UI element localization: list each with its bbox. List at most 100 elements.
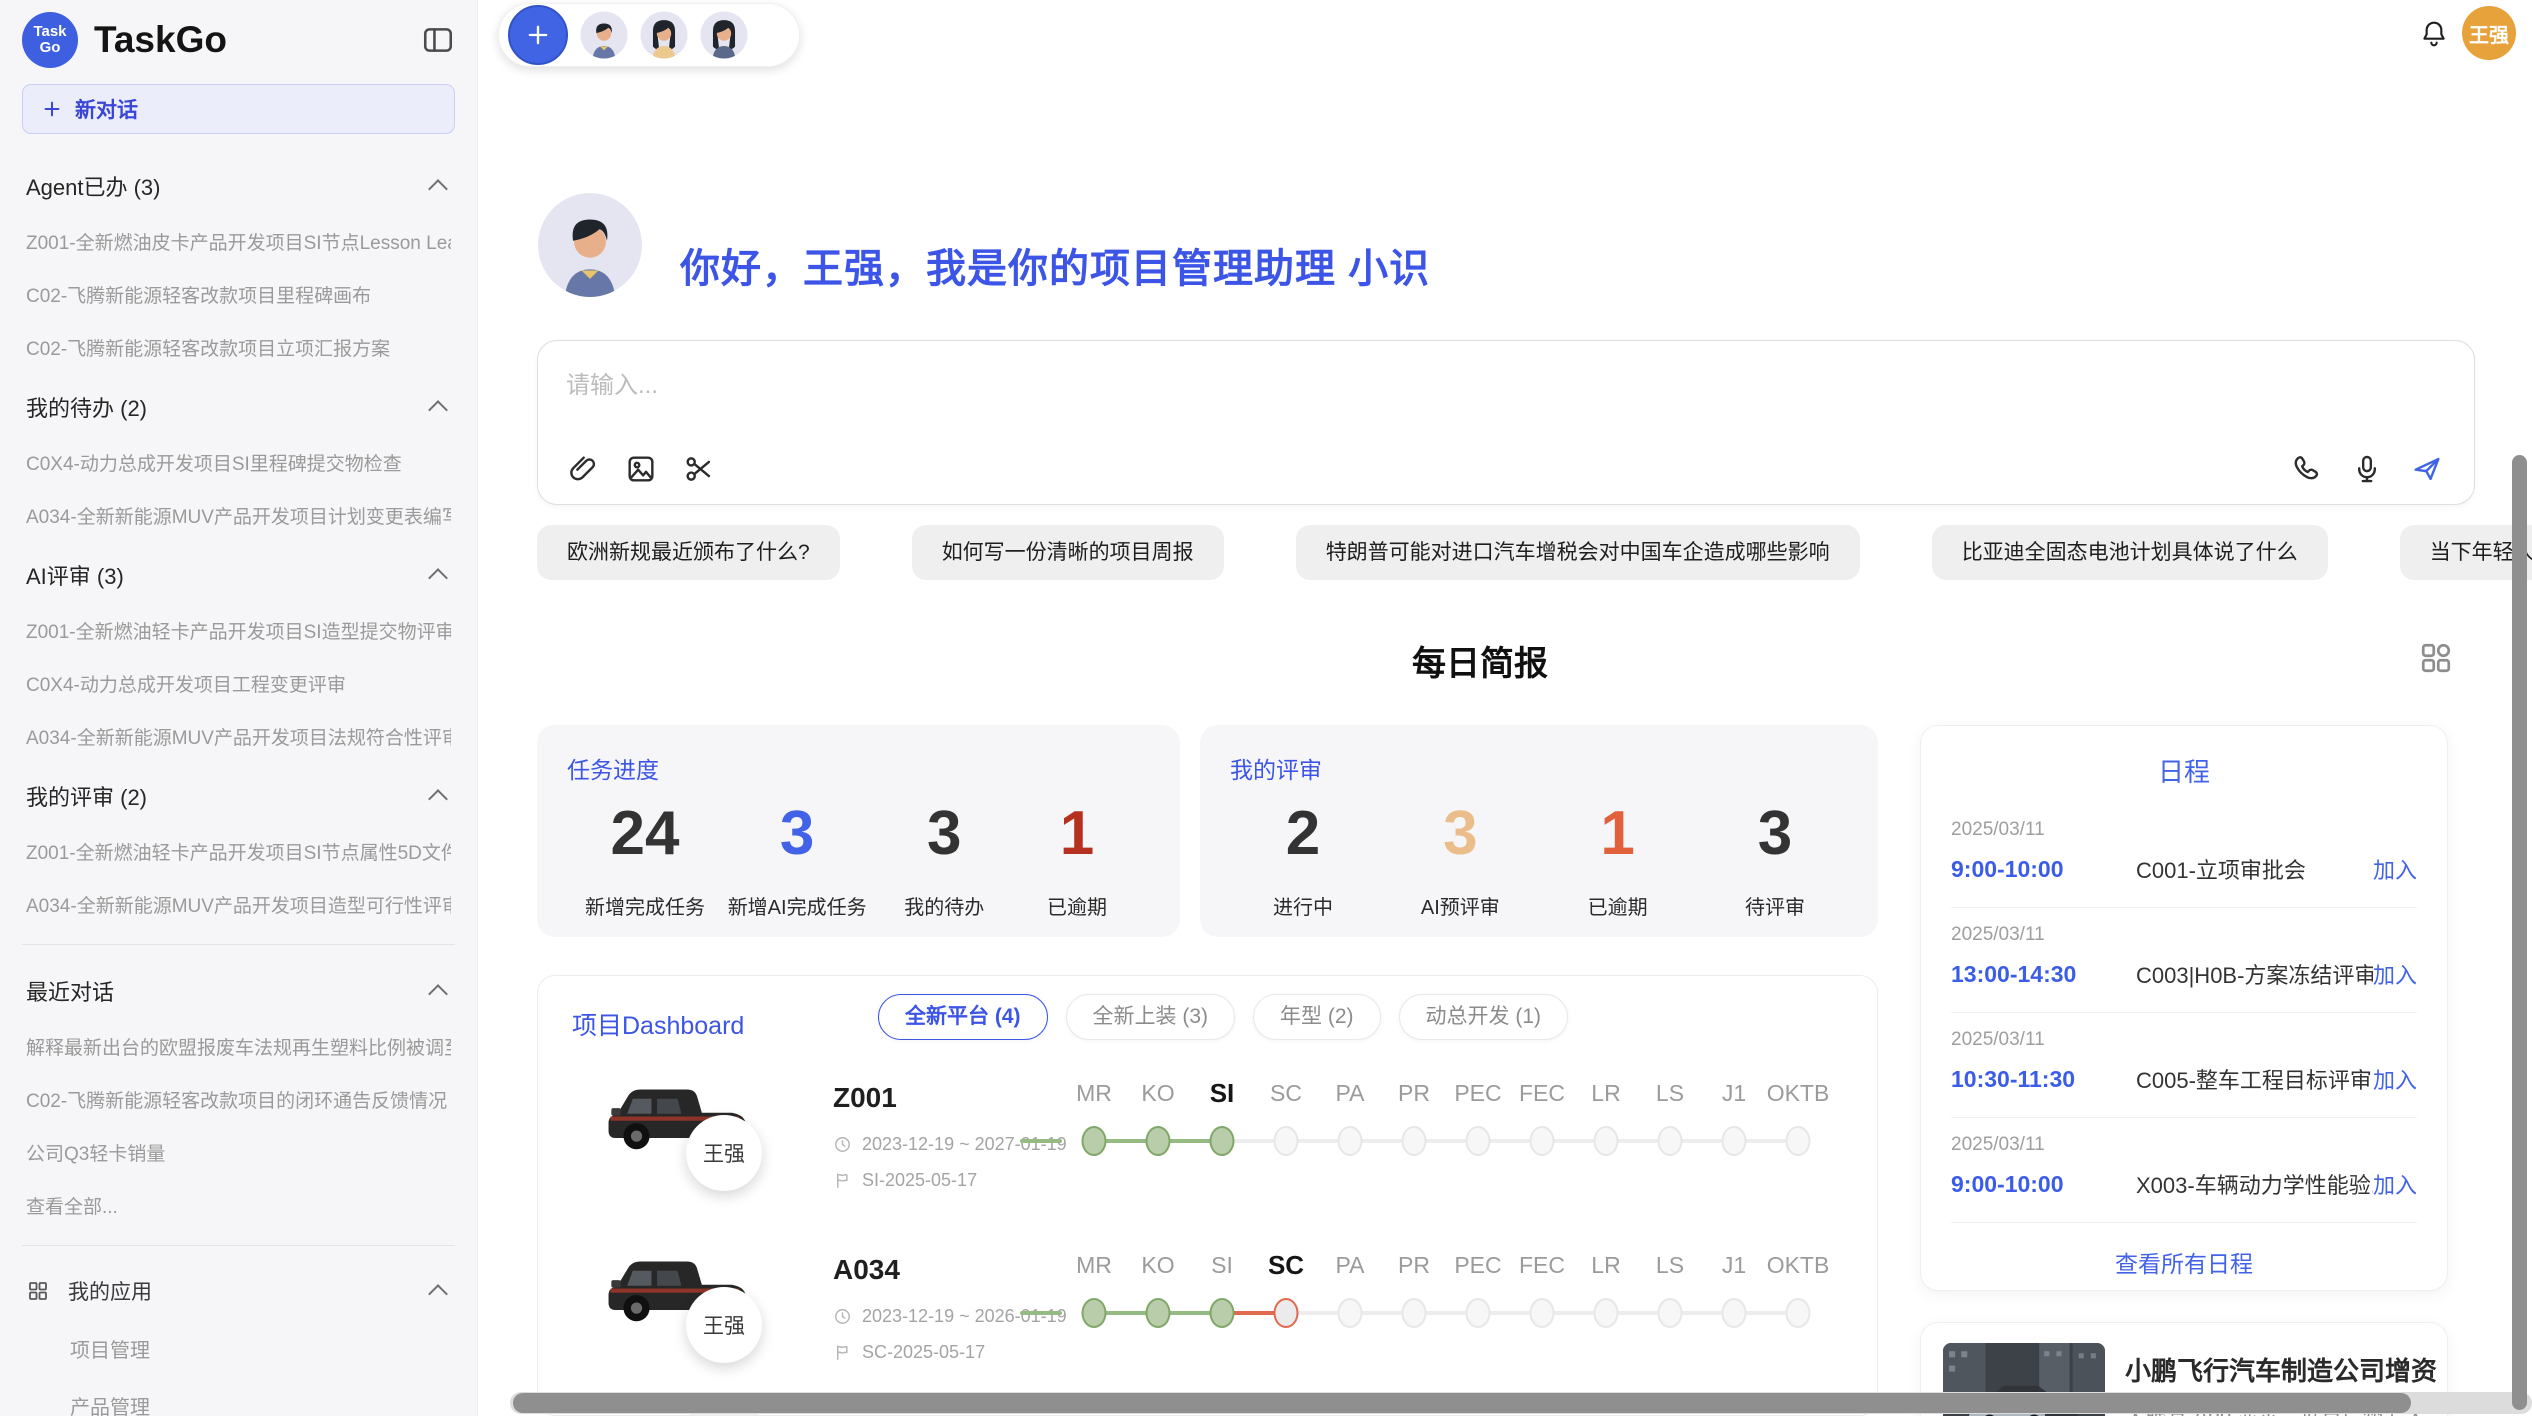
dashboard-tab[interactable]: 全新上装 (3) xyxy=(1066,994,1236,1040)
sidebar-task-item[interactable]: C0X4-动力总成开发项目工程变更评审 xyxy=(26,670,451,697)
milestone-node[interactable] xyxy=(1274,1298,1299,1328)
app-item[interactable]: 项目管理 xyxy=(70,1334,451,1363)
project-flag-milestone: SI-2025-05-17 xyxy=(862,1170,977,1191)
suggestion-chip[interactable]: 比亚迪全固态电池计划具体说了什么 xyxy=(1932,525,2328,580)
sidebar-task-item[interactable]: C02-飞腾新能源轻客改款项目立项汇报方案 xyxy=(26,334,451,361)
milestone-node[interactable] xyxy=(1466,1298,1491,1328)
project-flag-row: SC-2025-05-17 xyxy=(833,1342,985,1363)
chevron-up-icon[interactable] xyxy=(428,1284,448,1304)
milestone-label: OKTB xyxy=(1766,1250,1830,1280)
chevron-up-icon[interactable] xyxy=(428,568,448,588)
milestone-node[interactable] xyxy=(1082,1298,1107,1328)
horizontal-scrollbar-track[interactable] xyxy=(510,1392,2532,1414)
app-title: TaskGo xyxy=(94,19,421,61)
milestone-node[interactable] xyxy=(1530,1298,1555,1328)
screenshot-scissors-icon[interactable] xyxy=(682,452,716,486)
milestone-node[interactable] xyxy=(1722,1126,1747,1156)
sidebar-task-item[interactable]: Z001-全新燃油轻卡产品开发项目SI造型提交物评审 xyxy=(26,617,451,644)
recent-chat-item[interactable]: C02-飞腾新能源轻客改款项目的闭环通告反馈情况 xyxy=(26,1086,451,1113)
milestone-node[interactable] xyxy=(1082,1126,1107,1156)
schedule-event-title: C003|H0B-方案冻结评审 xyxy=(2136,958,2373,990)
agent-avatar-2[interactable] xyxy=(640,11,688,59)
suggestion-chips: 欧洲新规最近颁布了什么? 如何写一份清晰的项目周报 特朗普可能对进口汽车增税会对中国… xyxy=(537,525,2437,580)
voice-call-icon[interactable] xyxy=(2290,452,2324,486)
dashboard-tab[interactable]: 动总开发 (1) xyxy=(1399,994,1569,1040)
my-apps-header[interactable]: 我的应用 xyxy=(26,1276,451,1306)
milestone-node[interactable] xyxy=(1338,1126,1363,1156)
brief-layout-grid-icon[interactable] xyxy=(2418,640,2454,676)
sidebar-task-item[interactable]: Z001-全新燃油轻卡产品开发项目SI节点属性5D文件评审 xyxy=(26,838,451,865)
project-dates: 2023-12-19 ~ 2027-01-19 xyxy=(862,1134,1067,1155)
vertical-scrollbar-thumb[interactable] xyxy=(2512,455,2527,1410)
attach-file-icon[interactable] xyxy=(566,452,600,486)
dashboard-tab[interactable]: 全新平台 (4) xyxy=(878,994,1048,1040)
sidebar-task-item[interactable]: C0X4-动力总成开发项目SI里程碑提交物检查 xyxy=(26,449,451,476)
milestone-node[interactable] xyxy=(1338,1298,1363,1328)
dashboard-tab[interactable]: 年型 (2) xyxy=(1253,994,1381,1040)
chevron-up-icon[interactable] xyxy=(428,179,448,199)
milestone-node[interactable] xyxy=(1402,1126,1427,1156)
milestone-label: FEC xyxy=(1510,1078,1574,1108)
suggestion-chip[interactable]: 欧洲新规最近颁布了什么? xyxy=(537,525,840,580)
chevron-up-icon[interactable] xyxy=(428,789,448,809)
milestone-node[interactable] xyxy=(1466,1126,1491,1156)
chevron-up-icon[interactable] xyxy=(428,984,448,1004)
suggestion-chip[interactable]: 如何写一份清晰的项目周报 xyxy=(912,525,1224,580)
schedule-entry-main: 9:00-10:00X003-车辆动力学性能验...加入 xyxy=(1951,1168,2417,1200)
add-agent-button[interactable] xyxy=(508,5,568,65)
horizontal-scrollbar-thumb[interactable] xyxy=(513,1393,2411,1413)
milestone-node[interactable] xyxy=(1722,1298,1747,1328)
milestone-node[interactable] xyxy=(1786,1298,1811,1328)
milestone-node[interactable] xyxy=(1146,1298,1171,1328)
sidebar-collapse-icon[interactable] xyxy=(421,23,455,57)
chevron-up-icon[interactable] xyxy=(428,400,448,420)
milestone-node[interactable] xyxy=(1786,1126,1811,1156)
stat-item: 24新增完成任务 xyxy=(585,803,705,920)
milestone-node[interactable] xyxy=(1594,1126,1619,1156)
app-item[interactable]: 产品管理 xyxy=(70,1391,451,1416)
recent-chat-item[interactable]: 解释最新出台的欧盟报废车法规再生塑料比例被调至15%... xyxy=(26,1033,451,1060)
sidebar-task-item[interactable]: A034-全新新能源MUV产品开发项目计划变更表编写 xyxy=(26,502,451,529)
milestone-node[interactable] xyxy=(1146,1126,1171,1156)
milestone-node[interactable] xyxy=(1274,1126,1299,1156)
agent-avatar-1[interactable] xyxy=(580,11,628,59)
chat-input[interactable] xyxy=(564,363,2168,437)
milestone-node[interactable] xyxy=(1210,1298,1235,1328)
milestone: SC xyxy=(1254,1250,1318,1360)
milestone-node[interactable] xyxy=(1402,1298,1427,1328)
schedule-time: 9:00-10:00 xyxy=(1951,856,2136,883)
new-chat-button[interactable]: 新对话 xyxy=(22,84,455,134)
schedule-date: 2025/03/11 xyxy=(1951,924,2417,946)
recent-view-all-link[interactable]: 查看全部... xyxy=(26,1192,451,1219)
plus-icon xyxy=(524,21,552,49)
flag-icon xyxy=(833,1171,852,1190)
milestone: LS xyxy=(1638,1078,1702,1188)
microphone-icon[interactable] xyxy=(2350,452,2384,486)
agent-avatar-3[interactable] xyxy=(700,11,748,59)
send-icon[interactable] xyxy=(2410,452,2444,486)
join-meeting-link[interactable]: 加入 xyxy=(2373,853,2417,885)
news-title: 小鹏飞行汽车制造公司增资 xyxy=(2125,1351,2437,1388)
milestone-node[interactable] xyxy=(1530,1126,1555,1156)
notification-bell-icon[interactable] xyxy=(2418,18,2450,50)
milestone-node[interactable] xyxy=(1594,1298,1619,1328)
user-avatar[interactable]: 王强 xyxy=(2462,6,2516,60)
sidebar-task-item[interactable]: A034-全新新能源MUV产品开发项目造型可行性评审 xyxy=(26,891,451,918)
suggestion-chip[interactable]: 特朗普可能对进口汽车增税会对中国车企造成哪些影响 xyxy=(1296,525,1860,580)
daily-brief-title: 每日简报 xyxy=(510,636,2450,685)
milestone-node[interactable] xyxy=(1210,1126,1235,1156)
milestone-node[interactable] xyxy=(1658,1126,1683,1156)
schedule-card: 日程 2025/03/119:00-10:00C001-立项审批会加入2025/… xyxy=(1920,725,2448,1291)
join-meeting-link[interactable]: 加入 xyxy=(2373,958,2417,990)
milestone-node[interactable] xyxy=(1658,1298,1683,1328)
view-all-schedule-link[interactable]: 查看所有日程 xyxy=(1951,1245,2417,1279)
sidebar-task-item[interactable]: A034-全新新能源MUV产品开发项目法规符合性评审 xyxy=(26,723,451,750)
stat-label: 新增AI完成任务 xyxy=(728,891,867,920)
sidebar-task-item[interactable]: Z001-全新燃油皮卡产品开发项目SI节点Lesson Learn报告 xyxy=(26,228,451,255)
sidebar-task-item[interactable]: C02-飞腾新能源轻客改款项目里程碑画布 xyxy=(26,281,451,308)
join-meeting-link[interactable]: 加入 xyxy=(2373,1063,2417,1095)
join-meeting-link[interactable]: 加入 xyxy=(2373,1168,2417,1200)
attach-image-icon[interactable] xyxy=(624,452,658,486)
schedule-time: 10:30-11:30 xyxy=(1951,1066,2136,1093)
recent-chat-item[interactable]: 公司Q3轻卡销量 xyxy=(26,1139,451,1166)
